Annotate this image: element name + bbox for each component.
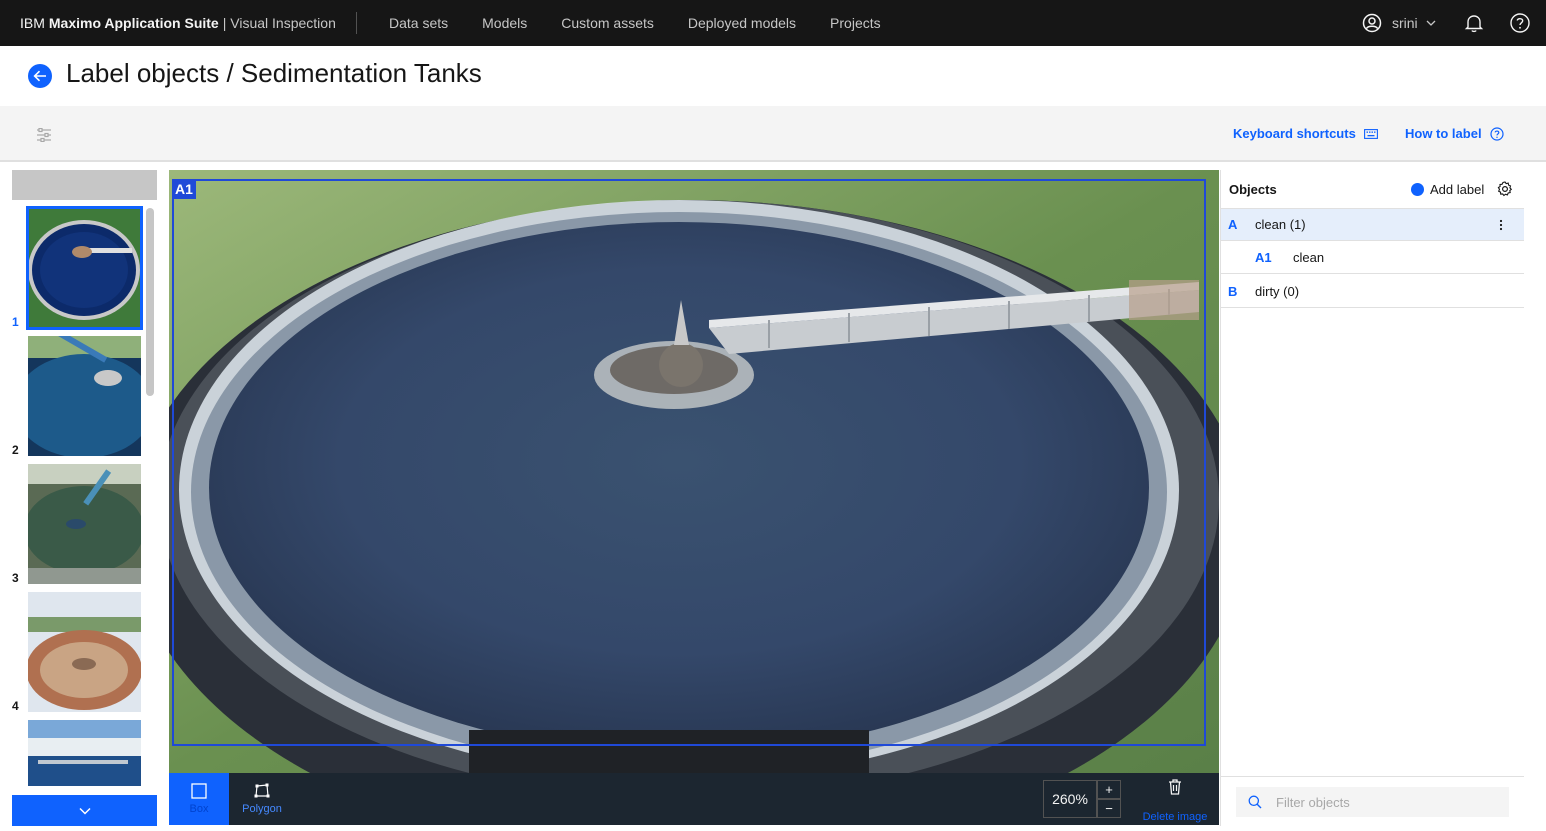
thumbnail-scroll-up[interactable]: [12, 170, 157, 200]
delete-image-label: Delete image: [1142, 811, 1208, 823]
thumbnail-scroll-down-button[interactable]: [12, 795, 157, 826]
zoom-in-button[interactable]: +: [1097, 780, 1121, 799]
image-canvas[interactable]: A1: [169, 170, 1219, 773]
page-title: Label objects / Sedimentation Tanks: [66, 58, 482, 88]
brand-app: | Visual Inspection: [222, 15, 336, 31]
label-row-dirty[interactable]: B dirty (0): [1221, 275, 1524, 308]
box-tool-button[interactable]: Box: [169, 773, 229, 825]
nav-divider: [356, 12, 357, 34]
how-to-label-label: How to label: [1405, 126, 1482, 141]
toolbar: Keyboard shortcuts How to label: [0, 106, 1546, 162]
brand-prefix: IBM: [20, 15, 45, 31]
thumbnail-image: [28, 464, 141, 584]
bounding-box-tag[interactable]: A1: [172, 179, 196, 199]
how-to-label-link[interactable]: How to label: [1405, 126, 1504, 141]
keyboard-shortcuts-link[interactable]: Keyboard shortcuts: [1233, 126, 1378, 141]
search-icon: [1248, 795, 1262, 809]
nav-link-custom-assets[interactable]: Custom assets: [544, 0, 671, 46]
object-name: clean: [1293, 249, 1325, 265]
thumbnail-1[interactable]: [26, 206, 143, 330]
box-tool-label: Box: [189, 803, 209, 815]
help-circle-icon: [1489, 126, 1504, 141]
label-name: clean (1): [1255, 217, 1306, 232]
square-icon: [191, 783, 207, 799]
add-label-button[interactable]: Add label: [1411, 182, 1484, 197]
brand-product: Maximo Application Suite: [48, 15, 219, 31]
label-name: dirty (0): [1255, 283, 1300, 299]
top-nav: IBM Maximo Application Suite | Visual In…: [0, 0, 1546, 46]
thumbnail-4[interactable]: [28, 592, 141, 712]
objects-title: Objects: [1229, 182, 1277, 197]
gear-icon[interactable]: [1497, 181, 1513, 197]
user-avatar-icon: [1362, 13, 1382, 33]
label-letter: B: [1228, 283, 1238, 299]
thumbnail-image: [28, 208, 141, 328]
keyboard-shortcuts-label: Keyboard shortcuts: [1233, 126, 1356, 141]
zoom-level[interactable]: 260%: [1043, 780, 1097, 818]
zoom-out-button[interactable]: −: [1097, 799, 1121, 818]
add-label-text: Add label: [1430, 182, 1485, 197]
object-id: A1: [1255, 249, 1272, 265]
polygon-tool-button[interactable]: Polygon: [229, 773, 295, 825]
thumbnail-image: [28, 720, 141, 786]
notification-bell-icon[interactable]: [1463, 12, 1485, 34]
nav-link-models[interactable]: Models: [465, 0, 544, 46]
thumbnail-3[interactable]: [28, 464, 141, 584]
polygon-tool-label: Polygon: [242, 803, 282, 815]
objects-panel: Objects Add label A clean (1) A1 clean B…: [1220, 170, 1524, 826]
thumbnail-2[interactable]: [28, 336, 141, 456]
title-bar: Label objects / Sedimentation Tanks: [0, 46, 1546, 106]
thumbnail-number: 2: [12, 443, 19, 457]
label-letter: A: [1228, 217, 1238, 232]
objects-panel-header: Objects Add label: [1221, 170, 1524, 208]
thumbnail-scrollbar[interactable]: [146, 208, 154, 396]
overflow-menu-icon[interactable]: [1497, 217, 1505, 233]
thumbnail-image: [28, 336, 141, 456]
thumbnail-5[interactable]: [28, 720, 141, 786]
label-row-clean[interactable]: A clean (1): [1221, 208, 1524, 241]
delete-image-button[interactable]: Delete image: [1135, 779, 1215, 823]
nav-link-data-sets[interactable]: Data sets: [372, 0, 465, 46]
brand[interactable]: IBM Maximo Application Suite | Visual In…: [20, 0, 336, 46]
polygon-icon: [254, 783, 270, 798]
objects-panel-footer: [1221, 776, 1524, 826]
tool-strip: Box Polygon 260% + − Delete image: [169, 773, 1219, 825]
user-name: srini: [1392, 15, 1418, 31]
back-button[interactable]: [28, 64, 52, 88]
nav-link-projects[interactable]: Projects: [813, 0, 898, 46]
thumbnail-number: 1: [12, 315, 19, 329]
object-row-a1[interactable]: A1 clean: [1221, 241, 1524, 274]
thumbnail-number: 3: [12, 571, 19, 585]
bounding-box-a1[interactable]: [172, 179, 1206, 746]
thumbnail-image: [28, 592, 141, 712]
keyboard-icon: [1363, 128, 1378, 139]
sliders-icon[interactable]: [36, 128, 52, 142]
trash-icon: [1169, 779, 1181, 795]
thumbnail-panel: 1 2 3 4: [12, 170, 157, 826]
chevron-down-icon: [1426, 20, 1436, 26]
thumbnail-number: 4: [12, 699, 19, 713]
user-menu[interactable]: srini: [1362, 0, 1446, 46]
chevron-down-icon: [78, 807, 91, 815]
nav-link-deployed-models[interactable]: Deployed models: [671, 0, 813, 46]
label-color-dot: [1411, 183, 1424, 196]
filter-objects-field[interactable]: [1236, 787, 1509, 817]
filter-objects-input[interactable]: [1276, 794, 1476, 810]
help-icon[interactable]: [1509, 12, 1531, 34]
nav-links: Data sets Models Custom assets Deployed …: [372, 0, 898, 46]
arrow-left-icon: [33, 70, 46, 82]
